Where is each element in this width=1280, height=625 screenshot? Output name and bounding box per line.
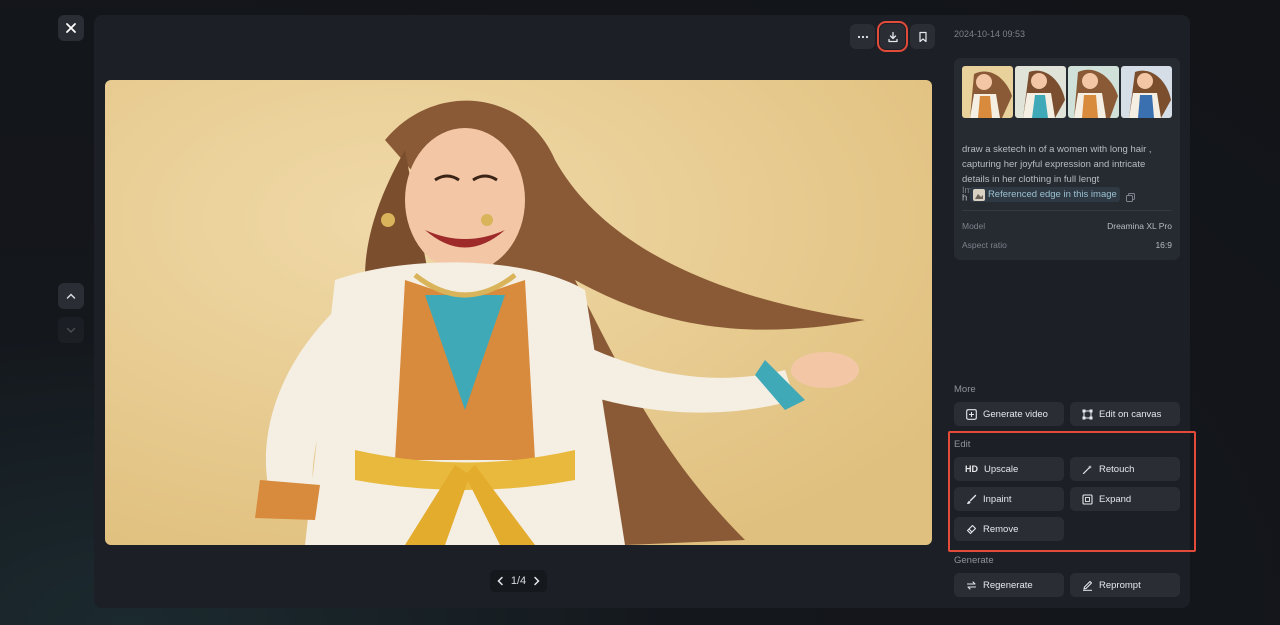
- thumbnail-3[interactable]: [1068, 66, 1119, 118]
- copy-icon[interactable]: [1126, 193, 1136, 203]
- prompt-text: draw a sketech in of a women with long h…: [962, 142, 1174, 206]
- chevron-down-icon: [66, 327, 76, 334]
- download-icon: [887, 31, 898, 42]
- bookmark-button[interactable]: [910, 24, 935, 49]
- edit-on-canvas-label: Edit on canvas: [1099, 408, 1162, 420]
- woman-illustration: [105, 80, 932, 545]
- more-section-label: More: [954, 384, 976, 395]
- video-plus-icon: [965, 408, 977, 420]
- thumbnail-4[interactable]: [1121, 66, 1172, 118]
- generate-section-label: Generate: [954, 555, 994, 566]
- pager-count: 1/4: [510, 575, 527, 587]
- reprompt-button[interactable]: Reprompt: [1070, 573, 1180, 597]
- next-image-button[interactable]: [58, 317, 84, 343]
- more-options-button[interactable]: [850, 24, 875, 49]
- model-label: Model: [962, 221, 986, 231]
- reference-chip[interactable]: Referenced edge in this image: [969, 187, 1120, 202]
- timestamp: 2024-10-14 09:53: [954, 29, 1026, 39]
- ellipsis-icon: [857, 35, 868, 38]
- aspect-ratio-row: Aspect ratio 16:9: [962, 240, 1172, 250]
- edit-on-canvas-button[interactable]: Edit on canvas: [1070, 402, 1180, 426]
- close-button[interactable]: [58, 15, 84, 41]
- aspect-ratio-label: Aspect ratio: [962, 240, 1007, 250]
- pencil-icon: [1081, 579, 1093, 591]
- model-row: Model Dreamina XL Pro: [962, 221, 1172, 231]
- canvas-icon: [1081, 408, 1093, 420]
- prompt-body: draw a sketech in of a women with long h…: [962, 144, 1152, 185]
- thumbnail-2[interactable]: [1015, 66, 1066, 118]
- reference-chip-label: Referenced edge in this image: [987, 189, 1117, 200]
- chevron-left-icon[interactable]: [496, 576, 504, 586]
- generated-image[interactable]: [105, 80, 932, 545]
- image-pager: 1/4: [490, 570, 547, 592]
- thumbnail-1[interactable]: [962, 66, 1013, 118]
- download-button[interactable]: [877, 21, 908, 52]
- generate-video-label: Generate video: [983, 408, 1048, 420]
- card-divider: [962, 210, 1172, 211]
- thumbnail-strip: [962, 66, 1172, 118]
- prompt-tail: h: [962, 192, 968, 204]
- reprompt-label: Reprompt: [1099, 579, 1141, 591]
- regenerate-icon: [965, 579, 977, 591]
- bookmark-icon: [918, 31, 927, 42]
- close-icon: [66, 23, 76, 33]
- previous-image-button[interactable]: [58, 283, 84, 309]
- reference-thumbnail-icon: [972, 188, 985, 201]
- model-value: Dreamina XL Pro: [1107, 221, 1172, 231]
- regenerate-button[interactable]: Regenerate: [954, 573, 1064, 597]
- chevron-up-icon: [66, 293, 76, 299]
- aspect-ratio-value: 16:9: [1155, 240, 1172, 250]
- edit-section-highlight: [948, 431, 1196, 552]
- generate-video-button[interactable]: Generate video: [954, 402, 1064, 426]
- regenerate-label: Regenerate: [983, 579, 1033, 591]
- chevron-right-icon[interactable]: [533, 576, 541, 586]
